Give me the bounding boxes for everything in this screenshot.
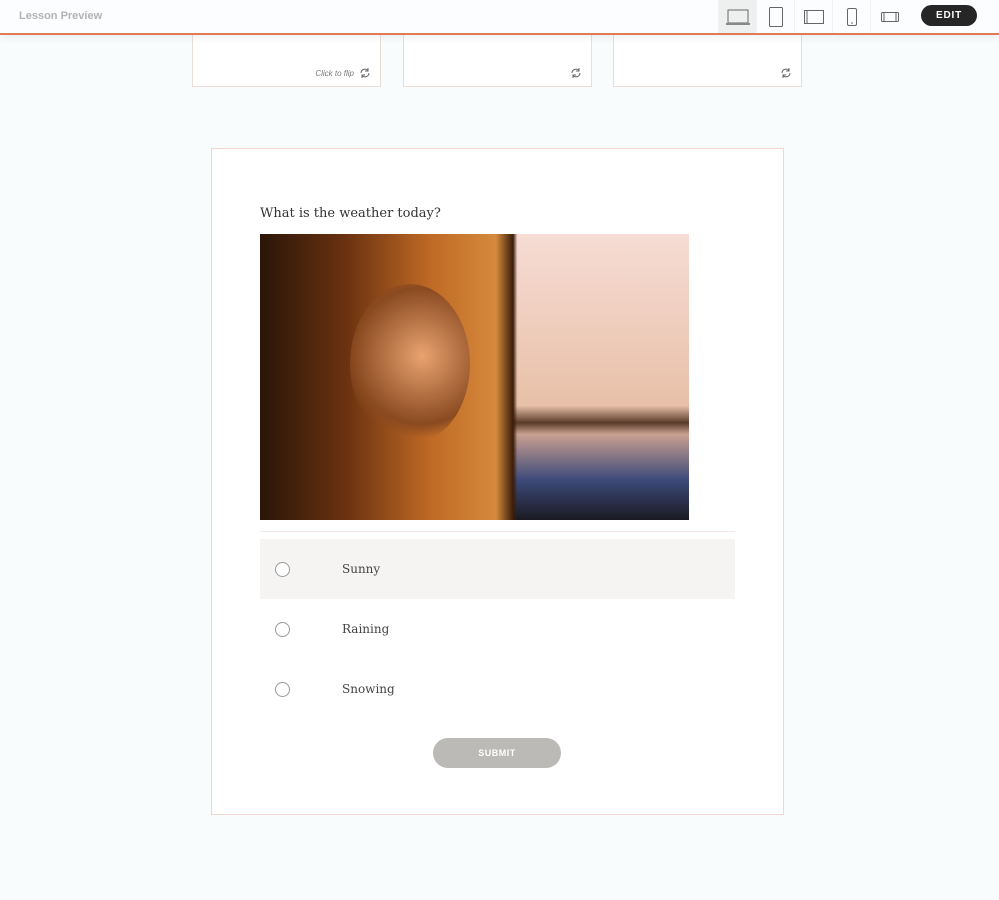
option-snowing[interactable]: Snowing (260, 659, 735, 719)
flip-icon (571, 68, 581, 78)
laptop-view-button[interactable] (718, 0, 756, 33)
question-image (260, 234, 689, 520)
question-text: What is the weather today? (260, 206, 441, 221)
flip-label: Click to flip (315, 68, 354, 78)
top-bar: Lesson Preview EDIT (0, 0, 999, 35)
option-sunny[interactable]: Sunny (260, 539, 735, 599)
divider (260, 531, 735, 532)
phone-portrait-icon (846, 7, 857, 26)
quiz-card: What is the weather today? Sunny Raining… (211, 148, 784, 815)
submit-button[interactable]: SUBMIT (433, 738, 561, 768)
radio-button[interactable] (275, 681, 290, 697)
option-label: Snowing (342, 682, 395, 696)
option-label: Raining (342, 622, 390, 636)
tablet-landscape-icon (803, 9, 824, 24)
option-raining[interactable]: Raining (260, 599, 735, 659)
page-title: Lesson Preview (19, 10, 103, 22)
flip-icon (781, 68, 791, 78)
radio-button[interactable] (275, 621, 290, 637)
flip-icon (360, 68, 370, 78)
laptop-icon (725, 9, 750, 25)
tablet-landscape-view-button[interactable] (794, 0, 832, 33)
flashcard[interactable] (403, 30, 592, 87)
tablet-portrait-view-button[interactable] (756, 0, 794, 33)
phone-landscape-view-button[interactable] (870, 0, 908, 33)
option-label: Sunny (342, 562, 381, 576)
edit-button[interactable]: EDIT (921, 5, 977, 26)
radio-button[interactable] (275, 561, 290, 577)
tablet-portrait-icon (768, 6, 783, 27)
flashcard[interactable] (613, 30, 802, 87)
phone-portrait-view-button[interactable] (832, 0, 870, 33)
flashcard[interactable]: Click to flip (192, 30, 381, 87)
phone-landscape-icon (880, 11, 899, 22)
